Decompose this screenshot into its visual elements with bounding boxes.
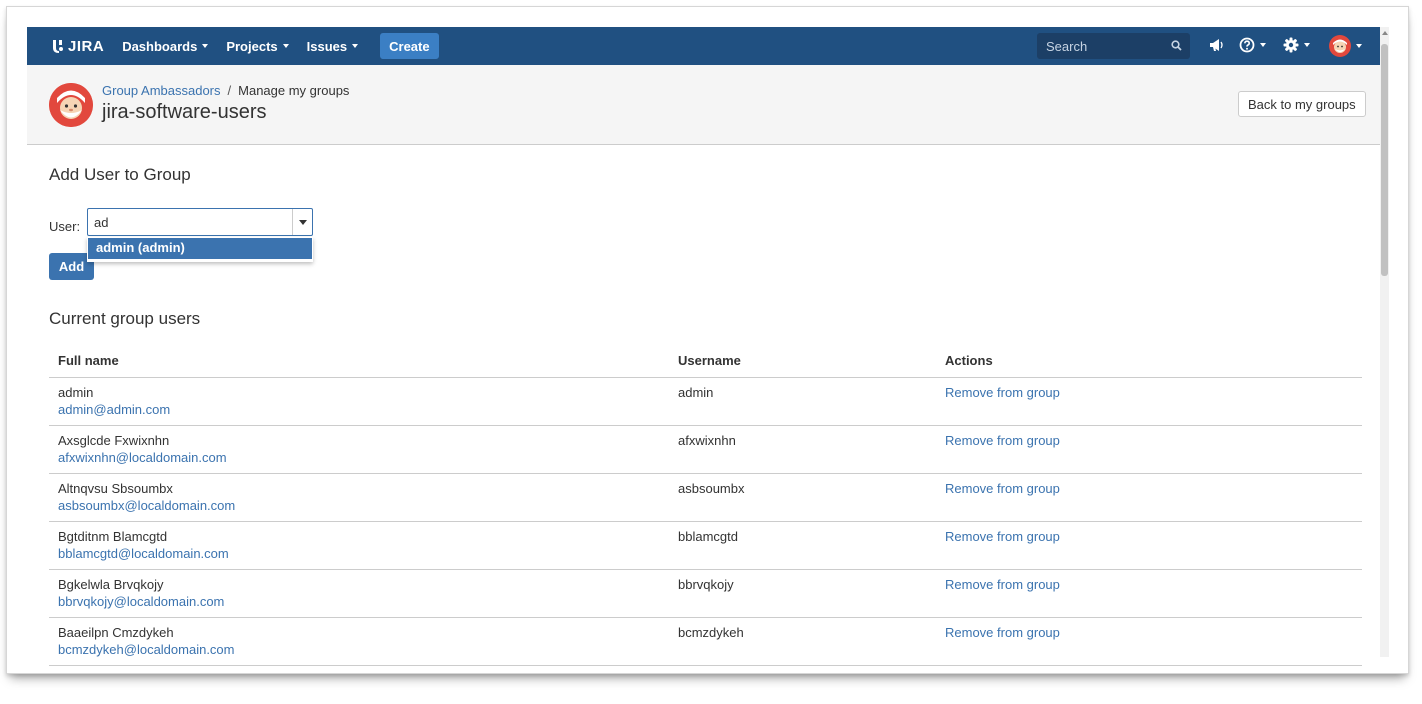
help-icon[interactable]: [1239, 37, 1266, 53]
search-icon: [1171, 40, 1182, 51]
remove-from-group-link[interactable]: Remove from group: [945, 385, 1060, 400]
full-name-cell: Baaeilpn Cmzdykeh bcmzdykeh@localdomain.c…: [49, 617, 669, 666]
breadcrumb-group-ambassadors-link[interactable]: Group Ambassadors: [102, 83, 221, 98]
back-to-my-groups-button[interactable]: Back to my groups: [1238, 91, 1366, 117]
remove-from-group-link[interactable]: Remove from group: [945, 481, 1060, 496]
table-row: admin admin@admin.com admin Remove from g…: [49, 377, 1362, 426]
username-cell: admin: [669, 377, 936, 426]
actions-cell: Remove from group: [936, 569, 1362, 618]
email-link[interactable]: afxwixnhn@localdomain.com: [58, 450, 227, 465]
email-link[interactable]: bbrvqkojy@localdomain.com: [58, 594, 224, 609]
current-users-section-title: Current group users: [49, 309, 201, 328]
email-link[interactable]: bblamcgtd@localdomain.com: [58, 546, 229, 561]
table-row: Baaeilpn Cmzdykeh bcmzdykeh@localdomain.c…: [49, 617, 1362, 666]
email-link[interactable]: admin@admin.com: [58, 402, 170, 417]
screenshot-frame: JIRA Dashboards Projects Issues Create S…: [6, 6, 1409, 674]
chevron-down-icon: [1304, 43, 1310, 47]
full-name-cell: Altnqvsu Sbsoumbx asbsoumbx@localdomain.c…: [49, 473, 669, 522]
nav-projects-label: Projects: [226, 38, 278, 54]
full-name-cell: admin admin@admin.com: [49, 377, 669, 426]
chevron-down-icon: [352, 44, 359, 48]
page-title: jira-software-users: [102, 101, 267, 123]
username-cell: afxwixnhn: [669, 425, 936, 474]
settings-gear-icon[interactable]: [1283, 37, 1310, 53]
jira-logo[interactable]: JIRA: [50, 38, 104, 55]
email-link[interactable]: bcmzdykeh@localdomain.com: [58, 642, 235, 657]
full-name: admin: [58, 384, 94, 400]
full-name-cell: Bgkelwla Brvqkojy bbrvqkojy@localdomain.c…: [49, 569, 669, 618]
chevron-down-icon: [298, 219, 307, 225]
user-picker-input[interactable]: ad: [87, 208, 313, 236]
remove-from-group-link[interactable]: Remove from group: [945, 529, 1060, 544]
nav-dashboards[interactable]: Dashboards: [122, 38, 209, 54]
table-row: Altnqvsu Sbsoumbx asbsoumbx@localdomain.c…: [49, 473, 1362, 522]
group-users-table: Full name Username Actions admin admin@ad…: [49, 344, 1362, 666]
nav-dashboards-label: Dashboards: [122, 38, 198, 54]
add-user-section-title: Add User to Group: [49, 165, 191, 184]
chevron-down-icon: [1356, 44, 1362, 48]
full-name: Altnqvsu Sbsoumbx: [58, 480, 173, 496]
suggestion-item-admin[interactable]: admin (admin): [88, 238, 312, 259]
page-header: Group Ambassadors / Manage my groups jira-…: [27, 65, 1380, 145]
group-avatar: [49, 83, 93, 127]
chevron-down-icon: [282, 44, 289, 48]
nav-issues-label: Issues: [306, 38, 348, 54]
user-picker-value: ad: [94, 214, 109, 230]
username-cell: bbrvqkojy: [669, 569, 936, 618]
email-link[interactable]: asbsoumbx@localdomain.com: [58, 498, 235, 513]
actions-cell: Remove from group: [936, 521, 1362, 570]
table-header-row: Full name Username Actions: [49, 344, 1362, 378]
breadcrumb: Group Ambassadors / Manage my groups: [102, 83, 349, 98]
create-button[interactable]: Create: [380, 33, 439, 59]
breadcrumb-separator: /: [227, 83, 232, 98]
actions-cell: Remove from group: [936, 425, 1362, 474]
username-cell: asbsoumbx: [669, 473, 936, 522]
notifications-megaphone-icon[interactable]: [1208, 37, 1224, 53]
table-row: Bgtditnm Blamcgtd bblamcgtd@localdomain.c…: [49, 521, 1362, 570]
full-name: Bgtditnm Blamcgtd: [58, 528, 168, 544]
full-name-cell: Bgtditnm Blamcgtd bblamcgtd@localdomain.c…: [49, 521, 669, 570]
remove-from-group-link[interactable]: Remove from group: [945, 577, 1060, 592]
chevron-down-icon: [1260, 43, 1266, 47]
group-avatar-icon: [49, 83, 93, 127]
nav-projects[interactable]: Projects: [226, 38, 289, 54]
chevron-down-icon: [202, 44, 209, 48]
user-picker-dropdown-toggle[interactable]: [292, 209, 312, 235]
search-placeholder: Search: [1046, 38, 1088, 54]
username-cell: bblamcgtd: [669, 521, 936, 570]
breadcrumb-current: Manage my groups: [238, 83, 350, 98]
search-input[interactable]: Search: [1037, 33, 1190, 59]
top-navigation-bar: JIRA Dashboards Projects Issues Create S…: [27, 27, 1380, 65]
user-field-label: User:: [49, 219, 81, 234]
remove-from-group-link[interactable]: Remove from group: [945, 433, 1060, 448]
column-header-full-name: Full name: [49, 344, 669, 378]
full-name: Baaeilpn Cmzdykeh: [58, 624, 174, 640]
jira-app: JIRA Dashboards Projects Issues Create S…: [27, 27, 1380, 673]
table-row: Bgkelwla Brvqkojy bbrvqkojy@localdomain.c…: [49, 569, 1362, 618]
full-name: Axsglcde Fxwixnhn: [58, 432, 170, 448]
actions-cell: Remove from group: [936, 617, 1362, 666]
user-avatar-icon[interactable]: [1329, 35, 1362, 57]
nav-issues[interactable]: Issues: [306, 38, 359, 54]
actions-cell: Remove from group: [936, 473, 1362, 522]
jira-logo-icon: [53, 40, 63, 53]
column-header-actions: Actions: [936, 344, 1362, 378]
table-row: Axsglcde Fxwixnhn afxwixnhn@localdomain.c…: [49, 425, 1362, 474]
user-suggestion-dropdown: admin (admin): [87, 237, 313, 262]
jira-logo-text: JIRA: [68, 37, 105, 55]
column-header-username: Username: [669, 344, 936, 378]
scroll-up-arrow-icon[interactable]: [1382, 31, 1388, 35]
scrollbar-thumb[interactable]: [1381, 44, 1388, 276]
full-name: Bgkelwla Brvqkojy: [58, 576, 164, 592]
vertical-scrollbar[interactable]: [1380, 27, 1389, 657]
username-cell: bcmzdykeh: [669, 617, 936, 666]
actions-cell: Remove from group: [936, 377, 1362, 426]
full-name-cell: Axsglcde Fxwixnhn afxwixnhn@localdomain.c…: [49, 425, 669, 474]
remove-from-group-link[interactable]: Remove from group: [945, 625, 1060, 640]
